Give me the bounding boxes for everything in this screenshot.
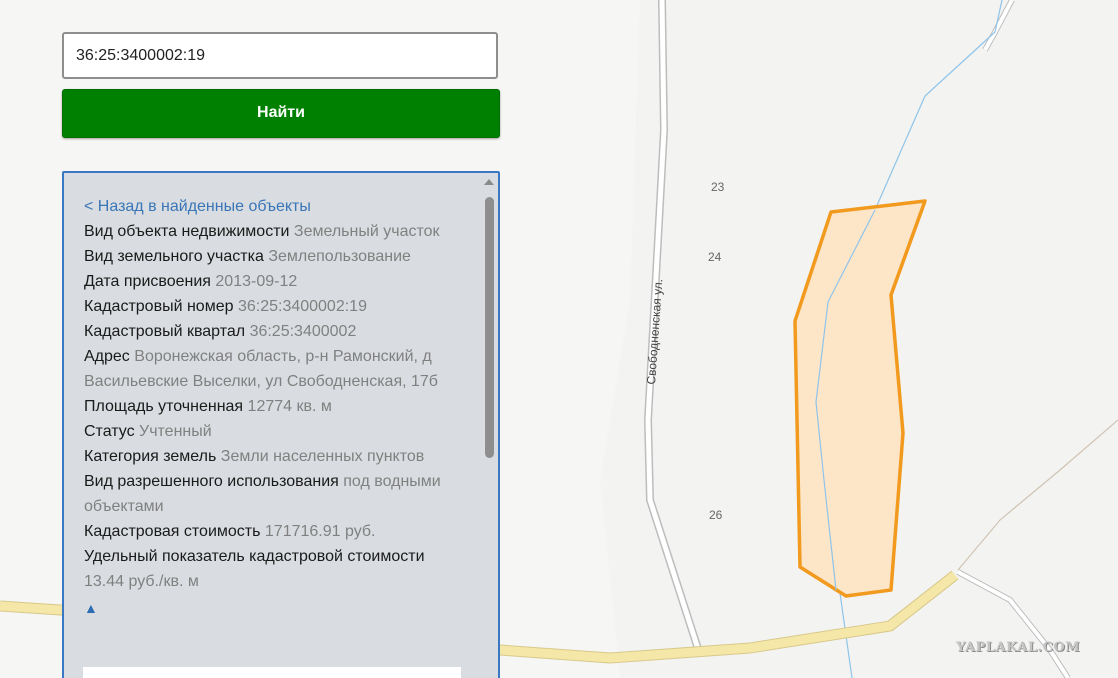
- scroll-up-arrow-icon[interactable]: [484, 179, 494, 185]
- back-to-results-link[interactable]: < Назад в найденные объекты: [84, 194, 464, 219]
- field-value: Земли населенных пунктов: [220, 448, 425, 465]
- field-cadastral-number: Кадастровый номер 36:25:3400002:19: [84, 294, 464, 319]
- field-value: Учтенный: [139, 423, 212, 440]
- field-label: Статус: [84, 423, 135, 440]
- field-label: Кадастровая стоимость: [84, 523, 261, 540]
- field-value: 171716.91 руб.: [264, 523, 376, 540]
- scrollbar-thumb[interactable]: [485, 197, 494, 458]
- cadastral-search-input[interactable]: [62, 32, 498, 79]
- field-status: Статус Учтенный: [84, 419, 464, 444]
- panel-blank-box: [83, 667, 461, 678]
- field-label: Вид объекта недвижимости: [84, 223, 290, 240]
- field-value: Землепользование: [268, 248, 411, 265]
- watermark-logo: YAPLAKAL.COM: [956, 640, 1081, 655]
- cadastral-map-app: 23 24 26 Свободненская ул. YAPLAKAL.COM …: [0, 0, 1118, 678]
- field-label: Категория земель: [84, 448, 217, 465]
- field-value: 2013-09-12: [215, 273, 298, 290]
- field-value: 12774 кв. м: [247, 398, 332, 415]
- field-land-category: Категория земель Земли населенных пункто…: [84, 444, 464, 469]
- search-button[interactable]: Найти: [62, 89, 500, 138]
- field-value: 36:25:3400002: [249, 323, 357, 340]
- field-value: Земельный участок: [293, 223, 440, 240]
- field-label: Вид земельного участка: [84, 248, 264, 265]
- field-permitted-use: Вид разрешенного использования под водны…: [84, 469, 464, 519]
- panel-scrollbar[interactable]: [482, 177, 496, 678]
- scroll-to-top-arrow-icon[interactable]: ▲: [84, 597, 464, 619]
- field-label: Удельный показатель кадастровой стоимост…: [84, 548, 425, 565]
- plot-number-label: 23: [711, 180, 725, 194]
- field-label: Кадастровый номер: [84, 298, 234, 315]
- field-label: Кадастровый квартал: [84, 323, 246, 340]
- object-info-panel: < Назад в найденные объекты Вид объекта …: [62, 171, 500, 678]
- field-cadastral-value: Кадастровая стоимость 171716.91 руб.: [84, 519, 464, 544]
- field-assignment-date: Дата присвоения 2013-09-12: [84, 269, 464, 294]
- field-value: Воронежская область, р-н Рамонский, д Ва…: [84, 348, 438, 390]
- field-address: Адрес Воронежская область, р-н Рамонский…: [84, 344, 464, 394]
- field-plot-type: Вид земельного участка Землепользование: [84, 244, 464, 269]
- field-value: 36:25:3400002:19: [237, 298, 367, 315]
- field-label: Дата присвоения: [84, 273, 211, 290]
- object-info-content: < Назад в найденные объекты Вид объекта …: [84, 194, 464, 619]
- field-area: Площадь уточненная 12774 кв. м: [84, 394, 464, 419]
- field-label: Площадь уточненная: [84, 398, 244, 415]
- field-unit-value: Удельный показатель кадастровой стоимост…: [84, 544, 464, 594]
- field-object-type: Вид объекта недвижимости Земельный участ…: [84, 219, 464, 244]
- field-cadastral-quarter: Кадастровый квартал 36:25:3400002: [84, 319, 464, 344]
- field-label: Вид разрешенного использования: [84, 473, 339, 490]
- field-label: Адрес: [84, 348, 130, 365]
- plot-number-label: 24: [708, 250, 722, 264]
- plot-number-label: 26: [709, 508, 723, 522]
- field-value: 13.44 руб./кв. м: [84, 573, 199, 590]
